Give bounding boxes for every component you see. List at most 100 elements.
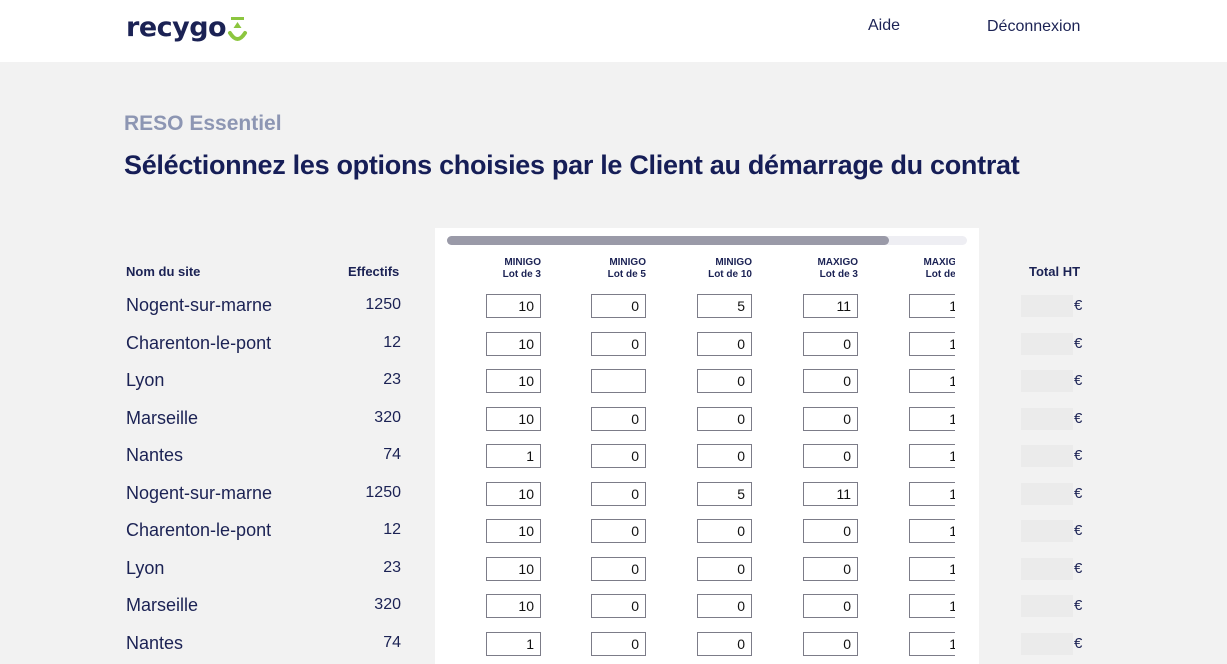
quantity-input[interactable] (803, 631, 858, 656)
quantity-input[interactable] (697, 556, 752, 581)
row-total-value (1021, 445, 1073, 467)
site-effectifs: 23 (383, 371, 401, 388)
quantity-input[interactable] (909, 519, 955, 543)
scrollbar-thumb[interactable] (447, 236, 889, 245)
quantity-input[interactable] (486, 594, 541, 618)
quantity-input[interactable] (591, 294, 646, 318)
product-name: MINIGO (715, 257, 752, 268)
currency-symbol: € (1074, 634, 1083, 652)
quantity-input[interactable] (909, 406, 955, 431)
quantity-input[interactable] (591, 594, 646, 618)
quantity-input[interactable] (803, 444, 858, 468)
quantity-input[interactable] (591, 331, 646, 356)
quantity-input[interactable] (697, 594, 752, 618)
quantity-input[interactable] (486, 294, 541, 318)
quantity-input[interactable] (697, 331, 752, 356)
quantity-input[interactable] (909, 294, 955, 318)
column-header-site: Nom du site (126, 264, 201, 279)
row-total-value (1021, 370, 1073, 392)
quantity-input[interactable] (486, 444, 541, 468)
currency-symbol: € (1074, 597, 1083, 614)
site-name: Marseille (126, 595, 199, 615)
quantity-input[interactable] (591, 519, 646, 543)
quantity-input[interactable] (697, 406, 752, 431)
site-effectifs: 12 (383, 333, 401, 351)
site-name: Charenton-le-pont (126, 520, 272, 540)
site-effectifs: 320 (374, 596, 401, 613)
horizontal-scrollbar[interactable] (447, 236, 967, 245)
quantity-input[interactable] (697, 369, 752, 393)
currency-symbol: € (1074, 334, 1083, 352)
quantity-input[interactable] (803, 294, 858, 318)
offer-subtitle: RESO Essentiel (124, 112, 282, 135)
help-link[interactable]: Aide (868, 17, 900, 35)
quantity-input[interactable] (591, 481, 646, 506)
quantity-input[interactable] (591, 369, 646, 393)
quantity-input[interactable] (697, 481, 752, 506)
quantity-input[interactable] (909, 481, 955, 506)
quantity-input[interactable] (591, 631, 646, 656)
quantity-input[interactable] (909, 444, 955, 468)
quantity-input[interactable] (486, 556, 541, 581)
currency-symbol: € (1074, 522, 1083, 539)
row-total-value (1021, 295, 1073, 317)
quantity-input[interactable] (486, 519, 541, 543)
row-total-value (1021, 407, 1073, 430)
quantity-input[interactable] (909, 631, 955, 656)
product-header: MINIGO Lot de 5 (576, 257, 646, 281)
quantity-input[interactable] (486, 631, 541, 656)
row-total-value (1021, 482, 1073, 505)
quantity-input[interactable] (697, 631, 752, 656)
quantity-input[interactable] (803, 406, 858, 431)
page-title: Séléctionnez les options choisies par le… (124, 150, 1020, 180)
quantity-input[interactable] (803, 556, 858, 581)
quantity-input[interactable] (591, 556, 646, 581)
site-name: Lyon (126, 557, 165, 578)
product-header: MINIGO Lot de 3 (471, 257, 541, 281)
quantity-input[interactable] (486, 369, 541, 393)
currency-symbol: € (1074, 297, 1083, 314)
quantity-input[interactable] (486, 331, 541, 356)
quantity-input[interactable] (697, 294, 752, 318)
site-name: Nogent-sur-marne (126, 295, 273, 315)
row-total-value (1021, 557, 1073, 580)
quantity-input[interactable] (803, 594, 858, 618)
currency-symbol: € (1074, 484, 1083, 502)
product-lot: Lot de 10 (708, 269, 752, 280)
quantity-input[interactable] (697, 444, 752, 468)
currency-symbol: € (1074, 372, 1083, 389)
options-scroll-area[interactable]: MINIGO Lot de 3 MINIGO Lot de 5 MINIGO Lot de… (435, 248, 955, 664)
quantity-input[interactable] (909, 556, 955, 581)
product-lot: Lot de 5 (925, 269, 955, 280)
site-name: Charenton-le-pont (126, 332, 272, 353)
site-effectifs: 1250 (365, 483, 401, 501)
quantity-input[interactable] (697, 519, 752, 543)
column-header-effectifs: Effectifs (348, 264, 400, 279)
row-total-value (1021, 632, 1073, 655)
row-total-value (1021, 520, 1073, 542)
quantity-input[interactable] (803, 481, 858, 506)
site-effectifs: 23 (383, 558, 401, 576)
quantity-input[interactable] (486, 481, 541, 506)
quantity-input[interactable] (909, 369, 955, 393)
currency-symbol: € (1074, 447, 1083, 464)
site-name: Nantes (126, 445, 184, 465)
recygo-logo[interactable]: recygo (126, 12, 249, 48)
site-name: Nantes (126, 632, 184, 653)
quantity-input[interactable] (803, 331, 858, 356)
quantity-input[interactable] (486, 406, 541, 431)
quantity-input[interactable] (909, 594, 955, 618)
site-effectifs: 12 (383, 521, 401, 538)
quantity-input[interactable] (803, 519, 858, 543)
quantity-input[interactable] (909, 331, 955, 356)
site-effectifs: 74 (383, 633, 401, 651)
quantity-input[interactable] (591, 444, 646, 468)
options-panel: MINIGO Lot de 3 MINIGO Lot de 5 MINIGO Lot de… (435, 228, 979, 664)
site-name: Nogent-sur-marne (126, 482, 273, 503)
site-effectifs: 320 (374, 408, 401, 426)
product-lot: Lot de 5 (607, 269, 646, 280)
quantity-input[interactable] (803, 369, 858, 393)
column-header-total: Total HT (1029, 264, 1081, 279)
logout-link[interactable]: Déconnexion (987, 18, 1080, 36)
quantity-input[interactable] (591, 406, 646, 431)
